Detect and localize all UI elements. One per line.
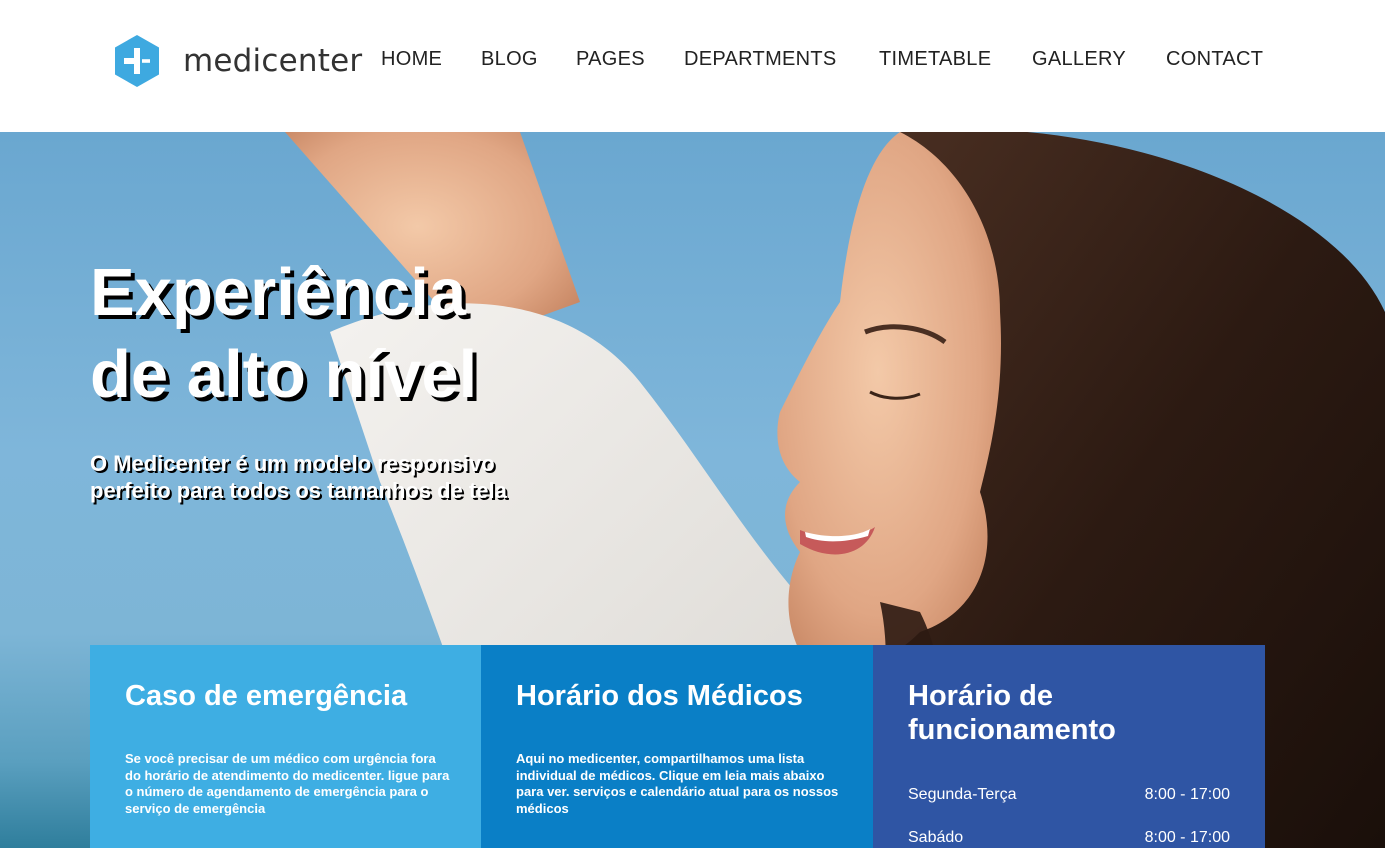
opening-hours-day: Sabádo <box>908 829 964 846</box>
nav-pages[interactable]: PAGES <box>576 48 645 71</box>
doctors-timetable-box: Horário dos Médicos Aqui no medicenter, … <box>481 645 873 848</box>
doctors-timetable-title: Horário dos Médicos <box>516 680 803 712</box>
nav-blog[interactable]: BLOG <box>481 48 538 71</box>
hero-subtitle: O Medicenter é um modelo responsivo perf… <box>90 451 507 503</box>
hero-title-line1: Experiência <box>90 255 467 330</box>
main-nav: HOME BLOG PAGES DEPARTMENTS TIMETABLE GA… <box>0 48 1385 76</box>
emergency-box: Caso de emergência Se você precisar de u… <box>90 645 481 848</box>
opening-hours-box: Horário de funcionamento Segunda-Terça 8… <box>873 645 1265 848</box>
nav-timetable[interactable]: TIMETABLE <box>879 48 991 71</box>
nav-home[interactable]: HOME <box>381 48 442 71</box>
opening-hours-title: Horário de funcionamento <box>908 680 1116 746</box>
nav-departments[interactable]: DEPARTMENTS <box>684 48 837 71</box>
opening-hours-day: Segunda-Terça <box>908 786 1017 803</box>
opening-hours-row: Sabádo 8:00 - 17:00 <box>908 829 1230 847</box>
opening-hours-time: 8:00 - 17:00 <box>1144 786 1230 803</box>
emergency-title: Caso de emergência <box>125 680 408 712</box>
site-header: medicenter HOME BLOG PAGES DEPARTMENTS T… <box>0 0 1385 132</box>
hero-title: Experiência de alto nível <box>90 252 650 416</box>
hero-title-line2: de alto nível <box>90 337 478 412</box>
nav-gallery[interactable]: GALLERY <box>1032 48 1126 71</box>
opening-hours-row: Segunda-Terça 8:00 - 17:00 <box>908 786 1230 804</box>
hero-slider: Experiência de alto nível O Medicenter é… <box>0 132 1385 848</box>
opening-hours-time: 8:00 - 17:00 <box>1144 829 1230 846</box>
nav-contact[interactable]: CONTACT <box>1166 48 1263 71</box>
doctors-timetable-text: Aqui no medicenter, compartilhamos uma l… <box>516 751 839 816</box>
emergency-text: Se você precisar de um médico com urgênc… <box>125 751 450 816</box>
